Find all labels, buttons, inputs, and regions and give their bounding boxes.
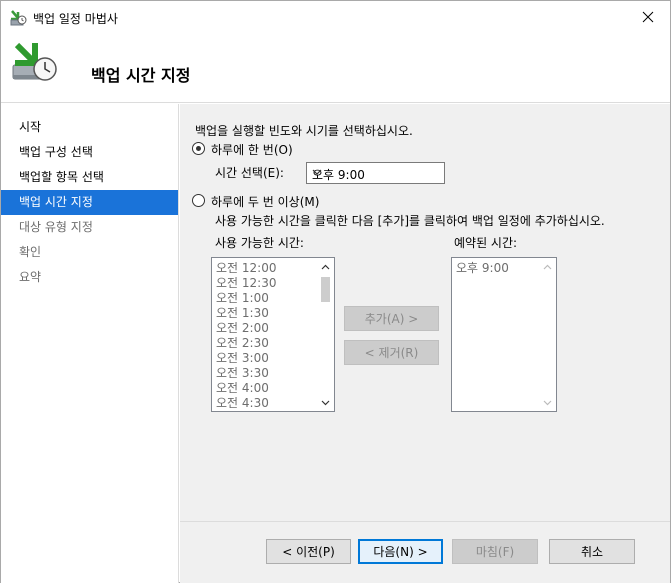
sidebar-item-start: 시작 <box>19 120 42 134</box>
window-title: 백업 일정 마법사 <box>33 12 118 26</box>
sidebar-item-summary: 요약 <box>19 270 42 284</box>
scheduled-times-label: 예약된 시간: <box>454 236 518 250</box>
multiple-daily-label[interactable]: 하루에 두 번 이상(M) <box>211 193 319 210</box>
add-button[interactable]: 추가(A) > <box>344 306 439 331</box>
list-item[interactable]: 오전 12:00 <box>212 261 334 276</box>
backup-clock-icon <box>9 41 59 91</box>
next-button[interactable]: 다음(N) > <box>358 539 443 564</box>
cancel-button[interactable]: 취소 <box>549 539 635 564</box>
time-select-dropdown[interactable]: 오후 9:00 <box>306 162 445 184</box>
once-daily-label[interactable]: 하루에 한 번(O) <box>211 141 293 158</box>
list-item[interactable]: 오전 2:30 <box>212 336 334 351</box>
sidebar-item-backup-config: 백업 구성 선택 <box>19 145 93 159</box>
scroll-down-icon[interactable] <box>317 394 334 411</box>
list-item[interactable]: 오전 3:30 <box>212 366 334 381</box>
finish-button[interactable]: 마침(F) <box>452 539 538 564</box>
multiple-hint-text: 사용 가능한 시간을 클릭한 다음 [추가]를 클릭하여 백업 일정에 추가하십… <box>215 214 605 228</box>
scroll-up-icon[interactable] <box>539 258 556 275</box>
once-daily-radio[interactable] <box>192 142 205 155</box>
scheduled-times-list[interactable]: 오후 9:00 <box>451 257 557 412</box>
scheduled-list-scrollbar[interactable] <box>539 258 556 411</box>
sidebar-item-destination-type: 대상 유형 지정 <box>19 220 93 234</box>
available-list-scrollbar[interactable] <box>317 258 334 411</box>
list-item[interactable]: 오전 1:30 <box>212 306 334 321</box>
sidebar-item-select-items: 백업할 항목 선택 <box>19 170 104 184</box>
multiple-daily-radio[interactable] <box>192 194 205 207</box>
scroll-up-icon[interactable] <box>317 258 334 275</box>
wizard-steps: 시작 백업 구성 선택 백업할 항목 선택 백업 시간 지정 대상 유형 지정 … <box>1 104 179 583</box>
close-icon[interactable] <box>626 1 670 33</box>
list-item[interactable]: 오전 4:30 <box>212 396 334 411</box>
page-title: 백업 시간 지정 <box>91 66 191 85</box>
time-select-label: 시간 선택(E): <box>215 166 284 180</box>
instruction-text: 백업을 실행할 빈도와 시기를 선택하십시오. <box>195 124 413 138</box>
content-panel: 백업을 실행할 빈도와 시기를 선택하십시오. 하루에 한 번(O) 시간 선택… <box>180 104 670 521</box>
wizard-header: 백업 시간 지정 <box>1 33 670 103</box>
previous-button[interactable]: < 이전(P) <box>266 539 351 564</box>
list-item[interactable]: 오전 4:00 <box>212 381 334 396</box>
scroll-thumb[interactable] <box>321 277 330 302</box>
available-times-list[interactable]: 오전 12:00 오전 12:30 오전 1:00 오전 1:30 오전 2:0… <box>211 257 335 412</box>
backup-wizard-icon <box>9 9 27 27</box>
wizard-window: 백업 일정 마법사 백업 시간 지정 시작 백업 구성 선택 백업할 항목 선택… <box>0 0 671 583</box>
sidebar-item-backup-time: 백업 시간 지정 <box>1 190 178 215</box>
list-item[interactable]: 오전 1:00 <box>212 291 334 306</box>
available-times-label: 사용 가능한 시간: <box>215 236 304 250</box>
scroll-down-icon[interactable] <box>539 394 556 411</box>
list-item[interactable]: 오전 2:00 <box>212 321 334 336</box>
list-item[interactable]: 오전 3:00 <box>212 351 334 366</box>
title-bar: 백업 일정 마법사 <box>1 1 670 33</box>
sidebar-item-confirm: 확인 <box>19 245 42 259</box>
chevron-down-icon <box>312 166 440 181</box>
remove-button[interactable]: < 제거(R) <box>344 340 439 365</box>
wizard-footer: < 이전(P) 다음(N) > 마침(F) 취소 <box>180 521 670 583</box>
list-item[interactable]: 오전 12:30 <box>212 276 334 291</box>
